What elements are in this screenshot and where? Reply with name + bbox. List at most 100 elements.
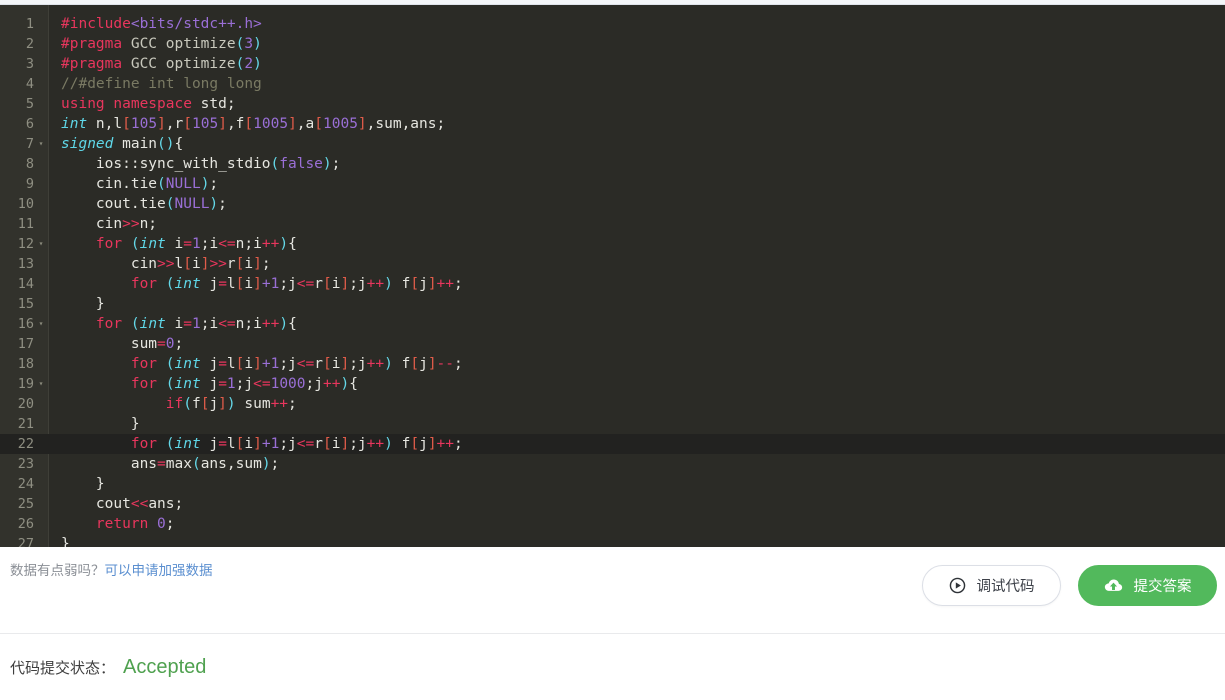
code-text: for (int i=1;i<=n;i++){ <box>95 316 297 332</box>
fold-arrow-icon[interactable]: ▾ <box>34 234 48 254</box>
code-line: 18 ▾ for (int j=l[i]+1;j<=r[i];j++) f[j]… <box>0 354 1225 374</box>
line-number: 10 <box>17 196 34 212</box>
fold-arrow-icon: ▾ <box>34 534 48 547</box>
code-line: 17 ▾ sum=0; <box>0 334 1225 354</box>
code-line: 20 ▾ if(f[j]) sum++; <box>0 394 1225 414</box>
code-line: 26 ▾ return 0; <box>0 514 1225 534</box>
fold-arrow-icon: ▾ <box>34 394 48 414</box>
line-number: 21 <box>17 416 34 432</box>
debug-code-label: 调试代码 <box>976 579 1035 595</box>
fold-arrow-icon: ▾ <box>34 34 48 54</box>
code-line: 6 ▾ int n,l[105],r[105],f[1005],a[1005],… <box>0 114 1225 134</box>
code-text: #pragma GCC optimize(3) <box>61 36 262 52</box>
fold-arrow-icon: ▾ <box>34 74 48 94</box>
code-line: 13 ▾ cin>>l[i]>>r[i]; <box>0 254 1225 274</box>
fold-arrow-icon: ▾ <box>34 154 48 174</box>
line-number: 14 <box>17 276 34 292</box>
line-number: 5 <box>25 96 34 112</box>
fold-arrow-icon: ▾ <box>34 354 48 374</box>
submission-status-value: Accepted <box>123 655 207 678</box>
code-text: int n,l[105],r[105],f[1005],a[1005],sum,… <box>61 116 446 132</box>
code-line: 8 ▾ ios::sync_with_stdio(false); <box>0 154 1225 174</box>
line-number: 20 <box>17 396 34 412</box>
code-line: 15 ▾ } <box>0 294 1225 314</box>
fold-arrow-icon: ▾ <box>34 14 48 34</box>
fold-arrow-icon: ▾ <box>34 54 48 74</box>
code-text: if(f[j]) sum++; <box>165 396 297 412</box>
code-line: 12 ▾ for (int i=1;i<=n;i++){ <box>0 234 1225 254</box>
line-number: 17 <box>17 336 34 352</box>
weak-data-prompt: 数据有点弱吗？ <box>10 563 105 579</box>
line-number: 8 <box>25 156 34 172</box>
code-text: using namespace std; <box>61 96 236 112</box>
fold-arrow-icon: ▾ <box>34 334 48 354</box>
code-line: 23 ▾ ans=max(ans,sum); <box>0 454 1225 474</box>
fold-arrow-icon[interactable]: ▾ <box>34 134 48 154</box>
fold-arrow-icon: ▾ <box>34 114 48 134</box>
action-button-group: 调试代码 提交答案 <box>922 565 1217 606</box>
submission-status-row: 代码提交状态： Accepted <box>0 634 1225 700</box>
line-number: 11 <box>17 216 34 232</box>
code-line: 11 ▾ cin>>n; <box>0 214 1225 234</box>
fold-arrow-icon: ▾ <box>34 294 48 314</box>
code-line: 16 ▾ for (int i=1;i<=n;i++){ <box>0 314 1225 334</box>
code-text: for (int i=1;i<=n;i++){ <box>95 236 297 252</box>
fold-arrow-icon: ▾ <box>34 454 48 474</box>
fold-arrow-icon: ▾ <box>34 254 48 274</box>
code-text: //#define int long long <box>61 76 262 92</box>
line-number: 22 <box>17 436 34 452</box>
request-stronger-data-link[interactable]: 可以申请加强数据 <box>105 563 213 579</box>
code-text: return 0; <box>95 516 175 532</box>
line-number: 9 <box>25 176 34 192</box>
fold-arrow-icon: ▾ <box>34 174 48 194</box>
code-text: #include<bits/stdc++.h> <box>61 16 262 32</box>
code-editor[interactable]: 1 ▾ #include<bits/stdc++.h> 2 ▾ #pragma … <box>0 5 1225 547</box>
code-text: cout<<ans; <box>61 496 184 512</box>
code-line: 5 ▾ using namespace std; <box>0 94 1225 114</box>
line-number: 4 <box>25 76 34 92</box>
code-line: 4 ▾ //#define int long long <box>0 74 1225 94</box>
fold-arrow-icon[interactable]: ▾ <box>34 314 48 334</box>
line-number: 24 <box>17 476 34 492</box>
code-text: } <box>61 476 105 492</box>
fold-arrow-icon: ▾ <box>34 214 48 234</box>
weak-data-note: 数据有点弱吗？可以申请加强数据 <box>10 559 213 579</box>
fold-arrow-icon: ▾ <box>34 434 48 454</box>
fold-arrow-icon: ▾ <box>34 194 48 214</box>
code-text: sum=0; <box>61 336 184 352</box>
code-line: 19 ▾ for (int j=1;j<=1000;j++){ <box>0 374 1225 394</box>
fold-arrow-icon: ▾ <box>34 94 48 114</box>
code-line: 1 ▾ #include<bits/stdc++.h> <box>0 14 1225 34</box>
code-line: 14 ▾ for (int j=l[i]+1;j<=r[i];j++) f[j]… <box>0 274 1225 294</box>
code-text: cout.tie(NULL); <box>61 196 227 212</box>
line-number: 16 <box>17 316 34 332</box>
line-number: 19 <box>17 376 34 392</box>
code-line-active: 22 ▾ for (int j=l[i]+1;j<=r[i];j++) f[j]… <box>0 434 1225 454</box>
line-number: 26 <box>17 516 34 532</box>
code-text: for (int j=l[i]+1;j<=r[i];j++) f[j]++; <box>130 436 463 452</box>
fold-arrow-icon: ▾ <box>34 274 48 294</box>
submission-status-label: 代码提交状态： <box>10 658 116 677</box>
code-text: for (int j=l[i]+1;j<=r[i];j++) f[j]++; <box>130 276 463 292</box>
code-text: } <box>61 296 105 312</box>
code-line: 25 ▾ cout<<ans; <box>0 494 1225 514</box>
code-text: cin>>l[i]>>r[i]; <box>61 256 271 272</box>
code-text: cin>>n; <box>61 216 158 232</box>
debug-code-button[interactable]: 调试代码 <box>922 565 1061 606</box>
line-number: 6 <box>25 116 34 132</box>
code-text: cin.tie(NULL); <box>61 176 219 192</box>
code-line: 10 ▾ cout.tie(NULL); <box>0 194 1225 214</box>
line-number: 2 <box>25 36 34 52</box>
line-number: 13 <box>17 256 34 272</box>
code-text: signed main(){ <box>61 136 184 152</box>
fold-arrow-icon[interactable]: ▾ <box>34 374 48 394</box>
line-number: 23 <box>17 456 34 472</box>
line-number: 12 <box>17 236 34 252</box>
editor-footer: 数据有点弱吗？可以申请加强数据 调试代码 提交答案 <box>0 547 1225 633</box>
code-text: for (int j=1;j<=1000;j++){ <box>130 376 358 392</box>
cloud-upload-icon <box>1104 577 1123 594</box>
line-number: 3 <box>25 56 34 72</box>
code-line: 21 ▾ } <box>0 414 1225 434</box>
submit-answer-button[interactable]: 提交答案 <box>1078 565 1217 606</box>
submit-answer-label: 提交答案 <box>1133 579 1192 595</box>
